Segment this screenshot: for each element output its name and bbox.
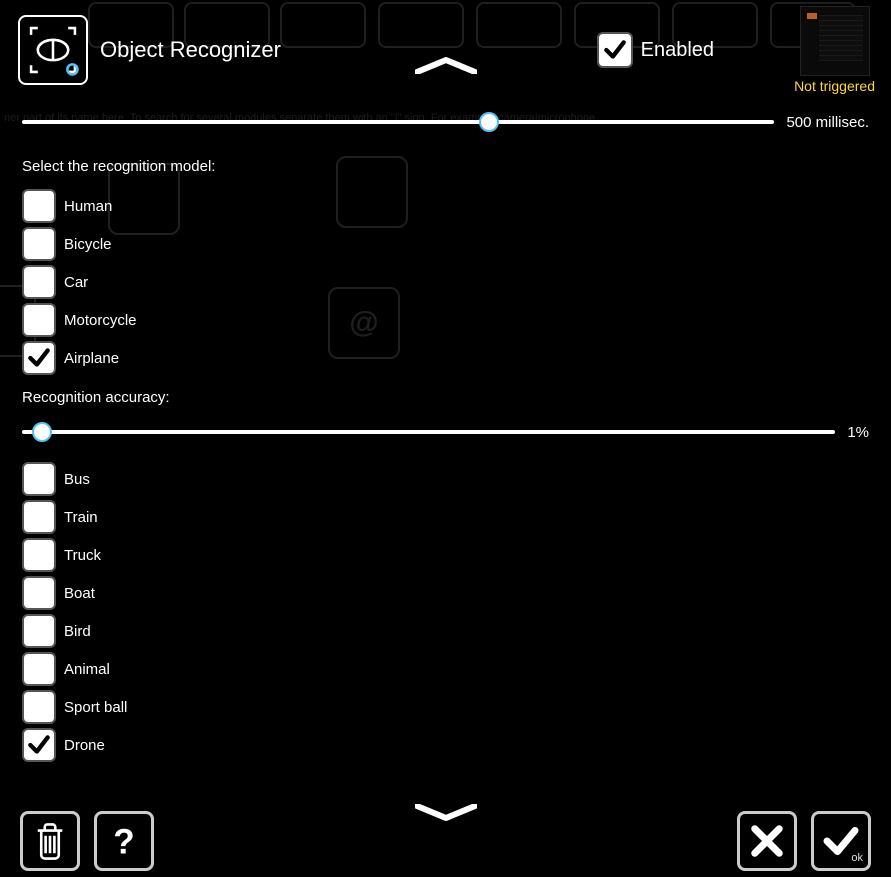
model-row-bird[interactable]: Bird <box>22 614 869 648</box>
model-row-animal[interactable]: Animal <box>22 652 869 686</box>
model-label-train: Train <box>64 509 98 526</box>
accuracy-slider[interactable] <box>22 420 835 444</box>
model-row-human[interactable]: Human <box>22 189 869 223</box>
cancel-button[interactable] <box>737 811 797 871</box>
model-label-sport-ball: Sport ball <box>64 699 127 716</box>
svg-text:?: ? <box>113 822 134 861</box>
model-label-bus: Bus <box>64 471 90 488</box>
model-label-drone: Drone <box>64 737 105 754</box>
model-row-motorcycle[interactable]: Motorcycle <box>22 303 869 337</box>
model-label-motorcycle: Motorcycle <box>64 312 137 329</box>
model-row-bicycle[interactable]: Bicycle <box>22 227 869 261</box>
model-row-truck[interactable]: Truck <box>22 538 869 572</box>
model-checkbox-drone[interactable] <box>22 728 56 762</box>
ok-button-label: ok <box>851 852 863 864</box>
model-label-bicycle: Bicycle <box>64 236 112 253</box>
model-row-sport-ball[interactable]: Sport ball <box>22 690 869 724</box>
model-row-train[interactable]: Train <box>22 500 869 534</box>
object-recognizer-icon <box>18 15 88 85</box>
accuracy-section-label: Recognition accuracy: <box>22 389 869 406</box>
enabled-label: Enabled <box>641 39 714 62</box>
model-checkbox-motorcycle[interactable] <box>22 303 56 337</box>
model-section-label: Select the recognition model: <box>22 158 869 175</box>
model-checkbox-bicycle[interactable] <box>22 227 56 261</box>
model-label-human: Human <box>64 198 112 215</box>
interval-slider[interactable] <box>22 110 774 134</box>
model-row-airplane[interactable]: Airplane <box>22 341 869 375</box>
header-title: Object Recognizer <box>100 37 281 63</box>
model-label-airplane: Airplane <box>64 350 119 367</box>
model-label-boat: Boat <box>64 585 95 602</box>
model-label-car: Car <box>64 274 88 291</box>
model-checkbox-bird[interactable] <box>22 614 56 648</box>
status-preview-image <box>800 6 870 76</box>
settings-panel: 500 millisec. Select the recognition mod… <box>0 110 891 762</box>
model-label-bird: Bird <box>64 623 91 640</box>
delete-button[interactable] <box>20 811 80 871</box>
footer-bar: ? ok <box>0 805 891 877</box>
model-checkbox-human[interactable] <box>22 189 56 223</box>
help-button[interactable]: ? <box>94 811 154 871</box>
enabled-checkbox[interactable] <box>597 32 633 68</box>
model-checkbox-truck[interactable] <box>22 538 56 572</box>
model-checkbox-bus[interactable] <box>22 462 56 496</box>
model-row-drone[interactable]: Drone <box>22 728 869 762</box>
header-bar: Object Recognizer Enabled Not triggered <box>0 0 891 100</box>
interval-slider-value: 500 millisec. <box>786 114 869 131</box>
ok-button[interactable]: ok <box>811 811 871 871</box>
accuracy-slider-row: 1% <box>22 420 869 444</box>
model-row-car[interactable]: Car <box>22 265 869 299</box>
model-label-animal: Animal <box>64 661 110 678</box>
interval-slider-row: 500 millisec. <box>22 110 869 134</box>
model-checkbox-train[interactable] <box>22 500 56 534</box>
model-row-boat[interactable]: Boat <box>22 576 869 610</box>
enabled-toggle[interactable]: Enabled <box>597 32 714 68</box>
model-label-truck: Truck <box>64 547 101 564</box>
model-checkbox-boat[interactable] <box>22 576 56 610</box>
accuracy-slider-value: 1% <box>847 424 869 441</box>
model-row-bus[interactable]: Bus <box>22 462 869 496</box>
model-checkbox-car[interactable] <box>22 265 56 299</box>
model-checkbox-animal[interactable] <box>22 652 56 686</box>
status-text: Not triggered <box>794 78 875 94</box>
status-block: Not triggered <box>794 6 875 94</box>
model-checkbox-airplane[interactable] <box>22 341 56 375</box>
model-checkbox-sport-ball[interactable] <box>22 690 56 724</box>
